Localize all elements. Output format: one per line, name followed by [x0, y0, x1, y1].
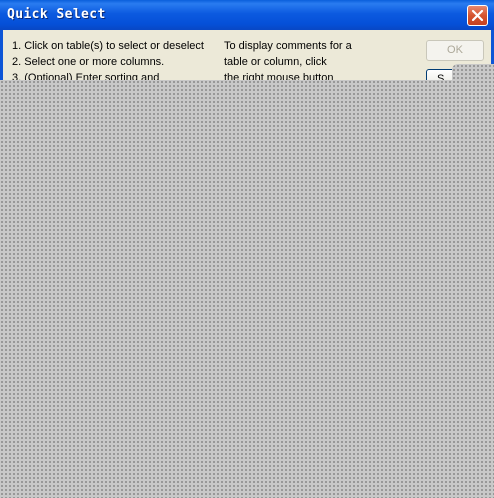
instruction-line-2: 2. Select one or more columns. — [12, 56, 165, 68]
close-button[interactable] — [467, 5, 488, 26]
comment-hint-line-1: To display comments for a — [224, 40, 352, 52]
dialog-body: 1. Click on table(s) to select or desele… — [3, 30, 491, 80]
window-title: Quick Select — [7, 7, 106, 22]
title-bar[interactable]: Quick Select — [0, 0, 494, 30]
instruction-line-3: 3. (Optional) Enter sorting and — [12, 72, 160, 80]
comment-hint-line-3: the right mouse button — [224, 72, 334, 80]
overlay-mask — [452, 64, 494, 80]
overlay-mask — [0, 80, 494, 498]
comment-hint-line-2: table or column, click — [224, 56, 327, 68]
ok-button[interactable]: OK — [426, 40, 484, 61]
quick-select-dialog: Quick Select 1. Click on table(s) to sel… — [0, 0, 494, 498]
close-icon — [471, 9, 484, 22]
instruction-line-1: 1. Click on table(s) to select or desele… — [12, 40, 204, 52]
